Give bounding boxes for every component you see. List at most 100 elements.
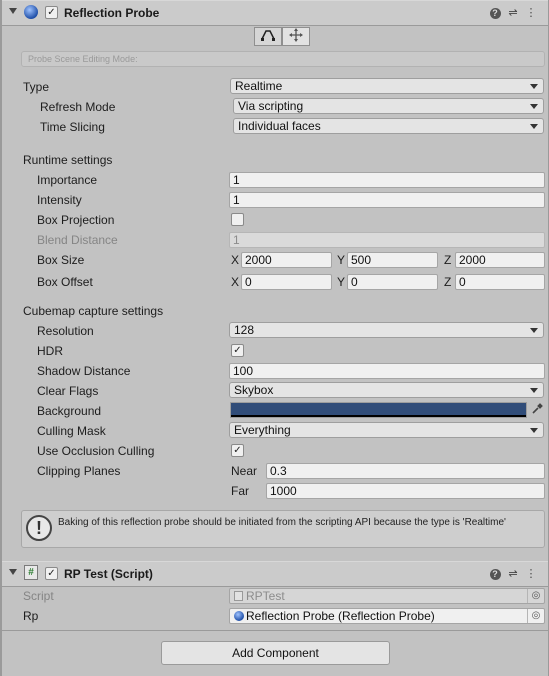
box-offset-y-field[interactable]: 0 <box>347 274 438 290</box>
background-alpha-bar <box>231 415 526 417</box>
script-value: RPTest <box>246 589 285 603</box>
move-button[interactable] <box>282 27 310 46</box>
chevron-down-icon <box>530 84 538 89</box>
box-size-x-label: X <box>231 253 240 267</box>
header-icons: ? ⇌ ⋮ <box>488 566 540 582</box>
blend-distance-field: 1 <box>229 232 545 248</box>
csharp-script-icon: # <box>24 565 38 580</box>
clear-flags-dropdown[interactable]: Skybox <box>229 382 544 398</box>
hdr-label: HDR <box>37 344 63 358</box>
script-file-icon <box>234 591 243 601</box>
occlusion-culling-label: Use Occlusion Culling <box>37 444 155 458</box>
probe-scene-editing-mode: Probe Scene Editing Mode: <box>21 51 545 67</box>
hdr-checkbox[interactable]: ✓ <box>231 344 244 357</box>
type-label: Type <box>23 80 50 94</box>
chevron-down-icon <box>530 104 538 109</box>
box-size-x-field[interactable]: 2000 <box>241 252 332 268</box>
time-slicing-value: Individual faces <box>238 119 321 133</box>
far-field[interactable]: 1000 <box>266 483 545 499</box>
refresh-mode-value: Via scripting <box>238 99 304 113</box>
header-icons: ? ⇌ ⋮ <box>488 5 540 21</box>
culling-mask-dropdown[interactable]: Everything <box>229 422 544 438</box>
divider <box>2 630 548 631</box>
edit-bounds-icon <box>261 30 275 41</box>
rp-field[interactable]: Reflection Probe (Reflection Probe) ◎ <box>229 608 545 624</box>
rp-test-header[interactable]: # ✓ RP Test (Script) ? ⇌ ⋮ <box>2 561 548 587</box>
importance-label: Importance <box>37 173 98 187</box>
box-projection-checkbox[interactable] <box>231 213 244 226</box>
box-offset-z-label: Z <box>444 275 452 289</box>
box-projection-label: Box Projection <box>37 213 115 227</box>
box-size-y-label: Y <box>337 253 346 267</box>
object-picker-icon: ◎ <box>527 589 544 603</box>
rp-label: Rp <box>23 609 39 623</box>
component-title: Reflection Probe <box>64 6 160 20</box>
script-component-title: RP Test (Script) <box>64 567 153 581</box>
presets-icon[interactable]: ⇌ <box>506 566 520 582</box>
fold-arrow-icon[interactable] <box>9 8 17 14</box>
resolution-value: 128 <box>234 323 255 337</box>
refresh-mode-dropdown[interactable]: Via scripting <box>233 98 544 114</box>
background-color-field[interactable] <box>230 402 527 418</box>
box-offset-label: Box Offset <box>37 275 93 289</box>
culling-mask-value: Everything <box>234 423 291 437</box>
warning-icon: ! <box>26 515 52 541</box>
box-offset-z-field[interactable]: 0 <box>455 274 545 290</box>
time-slicing-dropdown[interactable]: Individual faces <box>233 118 544 134</box>
clear-flags-label: Clear Flags <box>37 384 99 398</box>
intensity-field[interactable]: 1 <box>229 192 545 208</box>
chevron-down-icon <box>530 428 538 433</box>
reflection-probe-icon <box>234 611 244 621</box>
importance-field[interactable]: 1 <box>229 172 545 188</box>
clear-flags-value: Skybox <box>234 383 274 397</box>
box-offset-x-label: X <box>231 275 240 289</box>
clipping-planes-label: Clipping Planes <box>37 464 121 478</box>
move-icon <box>289 28 303 42</box>
script-field: RPTest ◎ <box>229 588 545 604</box>
help-icon[interactable]: ? <box>488 566 502 582</box>
box-offset-x-field[interactable]: 0 <box>241 274 332 290</box>
shadow-distance-label: Shadow Distance <box>37 364 131 378</box>
box-size-z-label: Z <box>444 253 452 267</box>
help-icon[interactable]: ? <box>488 5 502 21</box>
chevron-down-icon <box>530 328 538 333</box>
time-slicing-label: Time Slicing <box>40 120 105 134</box>
chevron-down-icon <box>530 388 538 393</box>
near-field[interactable]: 0.3 <box>266 463 545 479</box>
reflection-probe-icon <box>24 5 38 19</box>
resolution-dropdown[interactable]: 128 <box>229 322 544 338</box>
help-message: Baking of this reflection probe should b… <box>58 517 506 528</box>
type-dropdown[interactable]: Realtime <box>230 78 544 94</box>
shadow-distance-field[interactable]: 100 <box>229 363 545 379</box>
script-label: Script <box>23 589 54 603</box>
box-size-label: Box Size <box>37 253 85 267</box>
type-value: Realtime <box>235 79 283 93</box>
box-offset-y-label: Y <box>337 275 346 289</box>
background-color-swatch <box>231 403 526 415</box>
reflection-probe-header[interactable]: ✓ Reflection Probe ? ⇌ ⋮ <box>2 0 548 26</box>
eyedropper-icon[interactable] <box>531 403 543 417</box>
resolution-label: Resolution <box>37 324 94 338</box>
chevron-down-icon <box>530 124 538 129</box>
fold-arrow-icon[interactable] <box>9 569 17 575</box>
kebab-menu-icon[interactable]: ⋮ <box>524 5 538 21</box>
cubemap-settings-heading: Cubemap capture settings <box>23 304 164 318</box>
near-label: Near <box>231 464 258 478</box>
box-size-y-field[interactable]: 500 <box>347 252 438 268</box>
add-component-button[interactable]: Add Component <box>161 641 390 665</box>
component-enabled-checkbox[interactable]: ✓ <box>45 6 58 19</box>
edit-bounds-button[interactable] <box>254 27 282 46</box>
object-picker-icon[interactable]: ◎ <box>527 609 544 623</box>
box-size-z-field[interactable]: 2000 <box>455 252 545 268</box>
intensity-label: Intensity <box>37 193 82 207</box>
help-box: ! Baking of this reflection probe should… <box>21 510 545 548</box>
occlusion-culling-checkbox[interactable]: ✓ <box>231 444 244 457</box>
script-enabled-checkbox[interactable]: ✓ <box>45 567 58 580</box>
rp-value: Reflection Probe (Reflection Probe) <box>246 609 435 623</box>
kebab-menu-icon[interactable]: ⋮ <box>524 566 538 582</box>
background-label: Background <box>37 404 102 418</box>
refresh-mode-label: Refresh Mode <box>40 100 116 114</box>
blend-distance-label: Blend Distance <box>37 233 118 247</box>
presets-icon[interactable]: ⇌ <box>506 5 520 21</box>
far-label: Far <box>231 484 249 498</box>
